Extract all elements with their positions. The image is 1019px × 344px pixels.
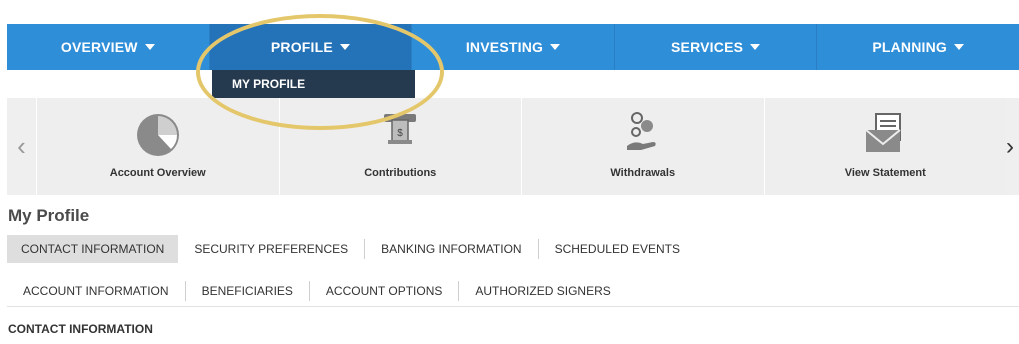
tab-beneficiaries[interactable]: BENEFICIARIES bbox=[186, 281, 310, 301]
pie-chart-icon bbox=[136, 114, 179, 156]
tile-label: Account Overview bbox=[109, 167, 206, 179]
tab-account-information[interactable]: ACCOUNT INFORMATION bbox=[7, 281, 186, 301]
chevron-down-icon bbox=[144, 44, 155, 50]
chevron-down-icon bbox=[550, 44, 561, 50]
nav-planning[interactable]: PLANNING bbox=[817, 24, 1019, 70]
page-title: My Profile bbox=[8, 206, 90, 225]
money-deposit-icon: $ bbox=[384, 114, 417, 144]
nav-services-label: SERVICES bbox=[671, 39, 744, 55]
coins-hand-icon bbox=[626, 112, 656, 150]
nav-investing[interactable]: INVESTING bbox=[412, 24, 615, 70]
main-nav: OVERVIEW PROFILE INVESTING SERVICES PLAN… bbox=[7, 24, 1019, 70]
dropdown-item-my-profile[interactable]: MY PROFILE bbox=[212, 70, 415, 98]
nav-profile-label: PROFILE bbox=[270, 39, 333, 55]
envelope-statement-icon bbox=[865, 113, 902, 152]
tile-withdrawals[interactable]: Withdrawals bbox=[521, 98, 764, 195]
tab-security-preferences[interactable]: SECURITY PREFERENCES bbox=[178, 239, 366, 259]
chevron-left-icon: ‹ bbox=[17, 131, 26, 161]
tab-contact-information[interactable]: CONTACT INFORMATION bbox=[7, 235, 179, 263]
primary-tabs: CONTACT INFORMATION SECURITY PREFERENCES… bbox=[7, 235, 696, 263]
chevron-down-icon bbox=[954, 44, 965, 50]
section-title: CONTACT INFORMATION bbox=[8, 322, 153, 336]
chevron-down-icon bbox=[339, 44, 350, 50]
tile-label: Withdrawals bbox=[610, 167, 676, 179]
nav-overview-label: OVERVIEW bbox=[60, 39, 138, 55]
tile-label: View Statement bbox=[844, 167, 926, 179]
nav-profile[interactable]: PROFILE bbox=[209, 24, 413, 70]
svg-text:$: $ bbox=[397, 128, 403, 139]
nav-investing-label: INVESTING bbox=[465, 39, 544, 55]
carousel-prev-button[interactable]: ‹ bbox=[7, 98, 36, 195]
tab-account-options[interactable]: ACCOUNT OPTIONS bbox=[310, 281, 460, 301]
tile-contributions[interactable]: $ Contributions bbox=[278, 98, 522, 195]
chevron-down-icon bbox=[750, 44, 761, 50]
chevron-right-icon: › bbox=[1006, 132, 1014, 160]
tab-banking-information[interactable]: BANKING INFORMATION bbox=[365, 239, 539, 259]
carousel-next-button[interactable]: › bbox=[1006, 98, 1019, 195]
nav-planning-label: PLANNING bbox=[872, 39, 948, 55]
tile-label: Contributions bbox=[364, 167, 437, 179]
tab-scheduled-events[interactable]: SCHEDULED EVENTS bbox=[539, 239, 696, 259]
tile-account-overview[interactable]: Account Overview bbox=[36, 98, 279, 195]
shortcut-carousel: ‹ Account Overview $ Contributions Withd… bbox=[7, 98, 1019, 195]
nav-services[interactable]: SERVICES bbox=[615, 24, 818, 70]
tab-authorized-signers[interactable]: AUTHORIZED SIGNERS bbox=[459, 281, 626, 301]
dropdown-item-label: MY PROFILE bbox=[232, 77, 306, 91]
nav-overview[interactable]: OVERVIEW bbox=[7, 24, 210, 70]
tile-view-statement[interactable]: View Statement bbox=[763, 98, 1007, 195]
secondary-tabs: ACCOUNT INFORMATION BENEFICIARIES ACCOUN… bbox=[7, 279, 1019, 307]
